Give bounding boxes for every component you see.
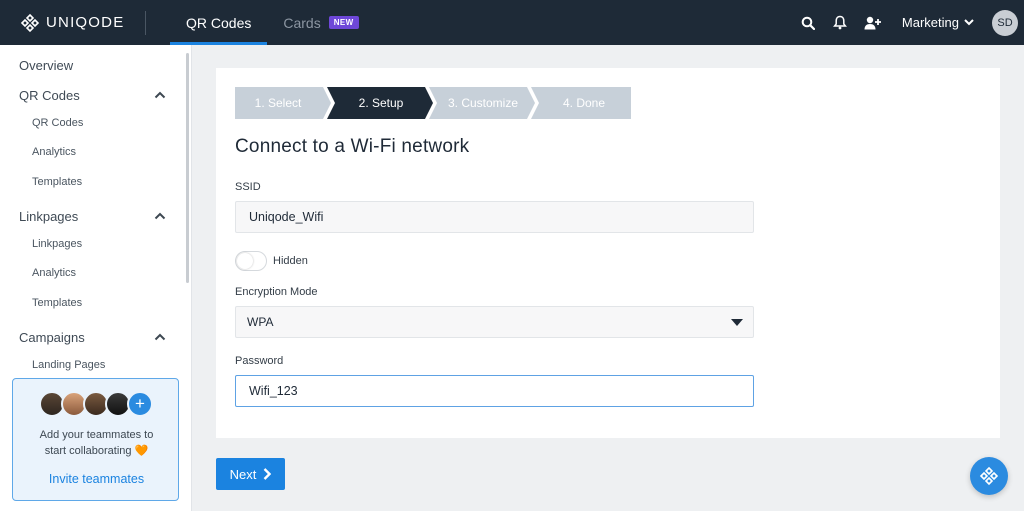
caret-down-icon: [731, 318, 743, 326]
user-avatar[interactable]: SD: [992, 9, 1018, 36]
uniqode-logo-icon: [20, 13, 40, 32]
sidebar-item-label: QR Codes: [19, 87, 80, 103]
encryption-mode-label: Encryption Mode: [235, 286, 318, 298]
sidebar-item-templates[interactable]: Templates: [0, 297, 186, 309]
step-label: 1. Select: [254, 96, 302, 110]
stepper: 1. Select 2. Setup 3. Customize 4. Done: [235, 87, 631, 119]
sidebar-item-label: Overview: [19, 57, 74, 73]
chevron-up-icon: [154, 212, 166, 220]
sidebar-item-label: Templates: [32, 176, 83, 188]
step-done[interactable]: 4. Done: [531, 87, 631, 119]
step-setup[interactable]: 2. Setup: [327, 87, 433, 119]
uniqode-logo-icon: [979, 466, 999, 486]
hidden-label: Hidden: [273, 255, 308, 267]
workspace-name: Marketing: [901, 15, 959, 30]
sidebar-item-analytics[interactable]: Analytics: [0, 267, 186, 279]
chevron-up-icon: [154, 91, 166, 99]
encryption-mode-select[interactable]: WPA: [235, 306, 754, 338]
hidden-toggle-row: Hidden: [235, 251, 308, 271]
sidebar: Overview QR Codes QR Codes Analytics Tem…: [0, 45, 192, 511]
invite-teammates-link[interactable]: Invite teammates: [13, 472, 180, 486]
step-select[interactable]: 1. Select: [235, 87, 331, 119]
sidebar-item-label: Campaigns: [19, 329, 85, 345]
step-label: 4. Done: [562, 96, 606, 110]
sidebar-section-linkpages[interactable]: Linkpages: [0, 206, 186, 226]
password-label: Password: [235, 355, 284, 367]
sidebar-item-qr-codes[interactable]: QR Codes: [0, 117, 186, 129]
page-title: Connect to a Wi-Fi network: [235, 136, 470, 157]
workspace-selector[interactable]: Marketing: [902, 15, 974, 30]
help-fab-button[interactable]: [970, 457, 1008, 495]
top-bar: UNIQODE QR Codes Cards NEW Marketing SD: [0, 0, 1024, 45]
brand[interactable]: UNIQODE: [0, 0, 145, 45]
step-label: 3. Customize: [447, 96, 519, 110]
tab-label: Cards: [283, 14, 321, 31]
add-user-icon[interactable]: [864, 15, 882, 31]
teammate-avatars: +: [39, 391, 159, 417]
toggle-knob: [237, 253, 253, 269]
sidebar-item-analytics[interactable]: Analytics: [0, 146, 186, 158]
next-button-label: Next: [229, 466, 257, 482]
next-button[interactable]: Next: [216, 458, 285, 490]
tab-cards[interactable]: Cards NEW: [267, 0, 374, 45]
sidebar-item-label: Templates: [32, 297, 83, 309]
sidebar-item-label: Linkpages: [19, 208, 79, 224]
invite-text: Add your teammates to start collaboratin…: [39, 429, 154, 457]
step-customize[interactable]: 3. Customize: [429, 87, 535, 119]
chevron-right-icon: [264, 468, 272, 480]
chevron-up-icon: [154, 333, 166, 341]
hidden-toggle[interactable]: [235, 251, 267, 271]
step-label: 2. Setup: [358, 96, 404, 110]
sidebar-section-campaigns[interactable]: Campaigns: [0, 327, 186, 347]
sidebar-item-linkpages[interactable]: Linkpages: [0, 238, 186, 250]
tab-qr-codes[interactable]: QR Codes: [170, 0, 268, 45]
chevron-down-icon: [964, 19, 974, 26]
password-input[interactable]: Wifi_123: [235, 375, 754, 407]
sidebar-item-overview[interactable]: Overview: [0, 55, 186, 75]
brand-name: UNIQODE: [46, 14, 125, 31]
sidebar-scrollbar[interactable]: [186, 53, 189, 283]
ssid-label: SSID: [235, 181, 261, 193]
encryption-mode-value: WPA: [247, 315, 274, 329]
tab-label: QR Codes: [186, 14, 252, 31]
setup-card: 1. Select 2. Setup 3. Customize 4. Done …: [216, 68, 1000, 438]
sidebar-item-label: Landing Pages: [32, 359, 106, 371]
search-icon[interactable]: [800, 15, 816, 31]
sidebar-item-label: Analytics: [32, 146, 77, 158]
invite-card: + Add your teammates to start collaborat…: [12, 378, 179, 501]
sidebar-item-landing-pages[interactable]: Landing Pages: [0, 359, 186, 371]
sidebar-item-label: Linkpages: [32, 238, 83, 250]
divider: [145, 10, 146, 35]
sidebar-section-qr-codes[interactable]: QR Codes: [0, 85, 186, 105]
sidebar-item-label: Analytics: [32, 267, 77, 279]
plus-icon[interactable]: +: [127, 391, 153, 417]
ssid-input[interactable]: Uniqode_Wifi: [235, 201, 754, 233]
bell-icon[interactable]: [832, 15, 848, 31]
new-badge: NEW: [328, 16, 359, 29]
sidebar-item-label: QR Codes: [32, 117, 84, 129]
sidebar-item-templates[interactable]: Templates: [0, 176, 186, 188]
